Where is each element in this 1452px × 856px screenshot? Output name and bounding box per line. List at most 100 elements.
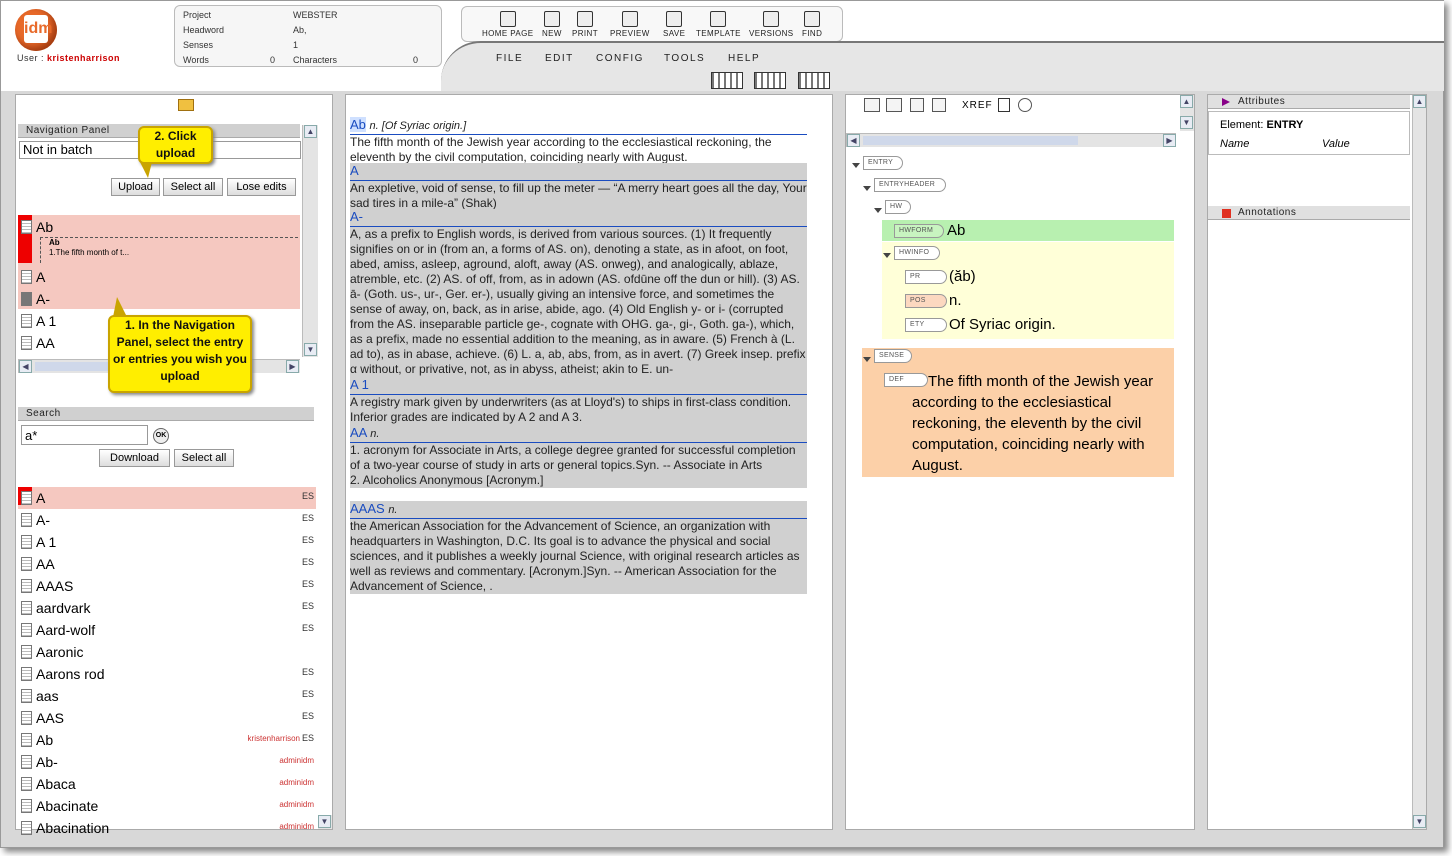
layout-tree-panel-icon[interactable] <box>798 72 830 89</box>
scroll-down-arrow[interactable]: ▼ <box>1413 815 1426 828</box>
entry-block[interactable]: A- A, as a prefix to English words, is d… <box>350 209 807 377</box>
scroll-down-arrow[interactable]: ▼ <box>304 343 317 356</box>
tree-vertical-scrollbar[interactable]: ▲ ▼ <box>1180 95 1194 131</box>
entry-headword[interactable]: AA <box>350 425 367 440</box>
pos-value[interactable]: n. <box>949 292 962 309</box>
search-result-item[interactable]: Aard-wolf ES <box>18 619 316 641</box>
entry-headword[interactable]: AAAS <box>350 501 385 516</box>
node-pos[interactable]: POS <box>905 294 947 308</box>
node-entry[interactable]: ENTRY <box>863 156 903 170</box>
save-button[interactable]: SAVE <box>663 11 685 38</box>
search-result-item[interactable]: AAS ES <box>18 707 316 729</box>
home-page-button[interactable]: HOME PAGE <box>482 11 533 38</box>
indent-icon[interactable] <box>864 98 880 112</box>
node-ety[interactable]: ETY <box>905 318 947 332</box>
document-icon <box>21 601 32 615</box>
link-icon[interactable] <box>1018 98 1032 112</box>
search-input[interactable] <box>21 425 148 445</box>
menu-help[interactable]: HELP <box>728 53 760 64</box>
outdent-icon[interactable] <box>886 98 902 112</box>
expand-arrow-icon[interactable] <box>863 186 871 191</box>
find-button[interactable]: FIND <box>802 11 822 38</box>
entry-headword[interactable]: A 1 <box>350 377 369 392</box>
scroll-left-arrow[interactable]: ◀ <box>19 360 32 373</box>
attributes-scrollbar[interactable]: ▲ ▼ <box>1412 95 1426 829</box>
tree-horizontal-scrollbar[interactable]: ◀ ▶ <box>846 133 1176 147</box>
search-result-item[interactable]: aardvark ES <box>18 597 316 619</box>
expand-arrow-icon[interactable] <box>852 163 860 168</box>
entry-block[interactable]: A An expletive, void of sense, to fill u… <box>350 163 807 211</box>
entry-meta: n. <box>370 428 380 440</box>
upload-button[interactable]: Upload <box>111 178 160 196</box>
node-hwinfo[interactable]: HWINFO <box>894 246 940 260</box>
scroll-left-arrow[interactable]: ◀ <box>847 134 860 147</box>
hwform-value[interactable]: Ab <box>947 222 965 239</box>
layout-two-panel-icon[interactable] <box>754 72 786 89</box>
search-result-item[interactable]: Ab-adminidm <box>18 751 316 773</box>
search-result-item[interactable]: A 1 ES <box>18 531 316 553</box>
menu-tools[interactable]: TOOLS <box>664 53 705 64</box>
move-down-icon[interactable] <box>932 98 946 112</box>
entry-block[interactable]: A 1 A registry mark given by underwriter… <box>350 377 807 425</box>
search-select-all-button[interactable]: Select all <box>174 449 234 467</box>
entry-headword[interactable]: Ab <box>350 117 366 132</box>
select-all-button[interactable]: Select all <box>163 178 223 196</box>
menu-file[interactable]: FILE <box>496 53 523 64</box>
search-result-item[interactable]: A ES <box>18 487 316 509</box>
scroll-down-arrow[interactable]: ▼ <box>1180 116 1193 129</box>
scroll-down-arrow[interactable]: ▼ <box>318 815 331 828</box>
entry-block[interactable]: AAAS n. the American Association for the … <box>350 501 807 594</box>
lose-edits-button[interactable]: Lose edits <box>227 178 296 196</box>
menu-config[interactable]: CONFIG <box>596 53 644 64</box>
search-result-item[interactable]: Abacination adminidm <box>18 817 316 839</box>
search-result-item[interactable]: Abaca adminidm <box>18 773 316 795</box>
open-folder-icon[interactable] <box>178 99 194 111</box>
search-result-item[interactable]: Abacinate adminidm <box>18 795 316 817</box>
search-result-item[interactable]: AAAS ES <box>18 575 316 597</box>
menu-edit[interactable]: EDIT <box>545 53 574 64</box>
search-result-item[interactable]: aas ES <box>18 685 316 707</box>
scroll-thumb[interactable] <box>863 136 1078 145</box>
edit-note-icon[interactable] <box>998 98 1010 112</box>
entry-headword[interactable]: A <box>350 163 359 178</box>
expand-arrow-icon[interactable] <box>874 208 882 213</box>
scroll-right-arrow[interactable]: ▶ <box>286 360 299 373</box>
pr-value[interactable]: (ăb) <box>949 268 976 285</box>
scroll-right-arrow[interactable]: ▶ <box>1163 134 1176 147</box>
xref-button[interactable]: XREF <box>962 100 993 111</box>
versions-button[interactable]: VERSIONS <box>749 11 794 38</box>
results-scrollbar[interactable]: ▼ <box>318 815 332 829</box>
search-ok-button[interactable]: OK <box>153 428 169 444</box>
node-pr[interactable]: PR <box>905 270 947 284</box>
move-up-icon[interactable] <box>910 98 924 112</box>
def-value[interactable]: The fifth month of the Jewish year accor… <box>912 371 1168 476</box>
search-result-item[interactable]: A- ES <box>18 509 316 531</box>
print-button[interactable]: PRINT <box>572 11 598 38</box>
ety-value[interactable]: Of Syriac origin. <box>949 316 1056 333</box>
layout-three-panel-icon[interactable] <box>711 72 743 89</box>
scroll-up-arrow[interactable]: ▲ <box>304 125 317 138</box>
node-sense[interactable]: SENSE <box>874 349 912 363</box>
node-hwform[interactable]: HWFORM <box>894 224 944 238</box>
template-button[interactable]: TEMPLATE <box>696 11 741 38</box>
search-result-item[interactable]: Aarons rod ES <box>18 663 316 685</box>
search-result-item[interactable]: Aaronic <box>18 641 316 663</box>
list-item[interactable]: Ab <box>18 216 298 238</box>
entry-headword[interactable]: A- <box>350 209 363 224</box>
expand-arrow-icon[interactable] <box>863 357 871 362</box>
search-result-item[interactable]: AA ES <box>18 553 316 575</box>
scroll-up-arrow[interactable]: ▲ <box>1413 95 1426 108</box>
expand-arrow-icon[interactable] <box>883 253 891 258</box>
scroll-up-arrow[interactable]: ▲ <box>1180 95 1193 108</box>
new-button[interactable]: NEW <box>542 11 562 38</box>
list-item[interactable]: A <box>18 266 298 288</box>
list-item[interactable]: A- <box>18 288 298 310</box>
download-button[interactable]: Download <box>99 449 170 467</box>
node-hw[interactable]: HW <box>885 200 911 214</box>
node-entryheader[interactable]: ENTRYHEADER <box>874 178 946 192</box>
search-result-item[interactable]: Ab kristenharrison ES <box>18 729 316 751</box>
entry-block[interactable]: Ab n. [Of Syriac origin.] The fifth month… <box>350 117 807 165</box>
preview-button[interactable]: PREVIEW <box>610 11 650 38</box>
entry-block[interactable]: AA n. 1. acronym for Associate in Arts, a… <box>350 425 807 488</box>
nav-vertical-scrollbar[interactable]: ▲ ▼ <box>302 125 318 357</box>
